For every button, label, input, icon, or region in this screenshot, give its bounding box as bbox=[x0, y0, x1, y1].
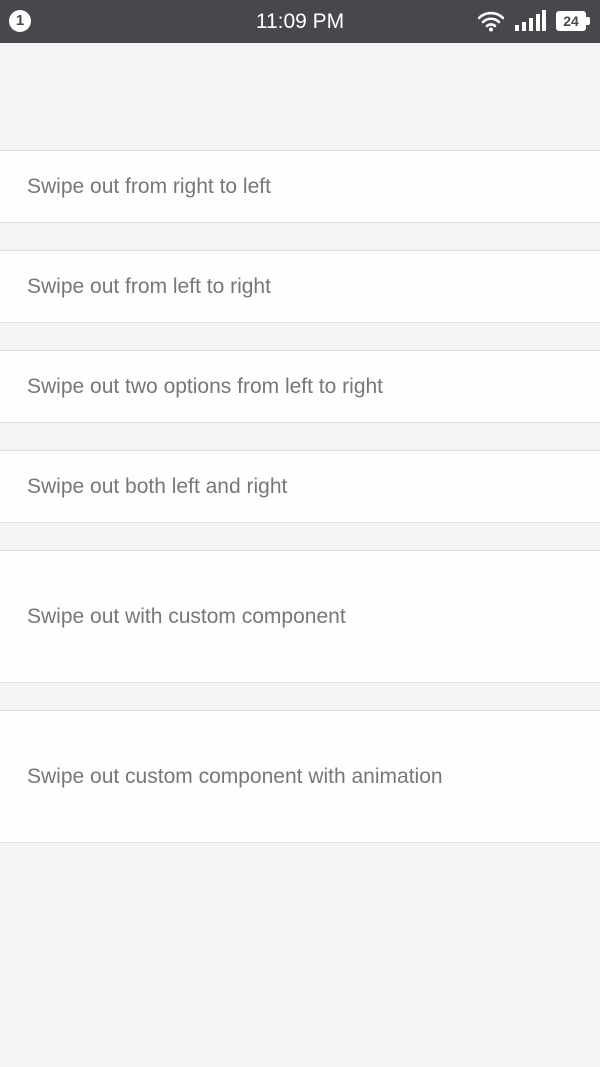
list-item[interactable]: Swipe out from left to right bbox=[0, 250, 600, 323]
battery-tip bbox=[586, 17, 590, 25]
list-item-label: Swipe out with custom component bbox=[27, 604, 346, 628]
list-item-label: Swipe out from left to right bbox=[27, 274, 271, 298]
list-item-label: Swipe out two options from left to right bbox=[27, 374, 384, 398]
list-item-label: Swipe out both left and right bbox=[27, 474, 288, 498]
list-item[interactable]: Swipe out two options from left to right bbox=[0, 350, 600, 423]
status-bar: 1 11:09 PM 24 bbox=[0, 0, 600, 43]
list-item-label: Swipe out from right to left bbox=[27, 174, 271, 198]
wifi-icon bbox=[478, 11, 504, 32]
list-item[interactable]: Swipe out with custom component bbox=[0, 550, 600, 683]
signal-icon bbox=[515, 10, 546, 31]
battery-level: 24 bbox=[556, 11, 586, 31]
list-item[interactable]: Swipe out custom component with animatio… bbox=[0, 710, 600, 843]
status-clock: 11:09 PM bbox=[255, 10, 345, 33]
battery-icon: 24 bbox=[556, 11, 590, 31]
list-item[interactable]: Swipe out both left and right bbox=[0, 450, 600, 523]
list-item[interactable]: Swipe out from right to left bbox=[0, 150, 600, 223]
list-item-label: Swipe out custom component with animatio… bbox=[27, 764, 443, 788]
